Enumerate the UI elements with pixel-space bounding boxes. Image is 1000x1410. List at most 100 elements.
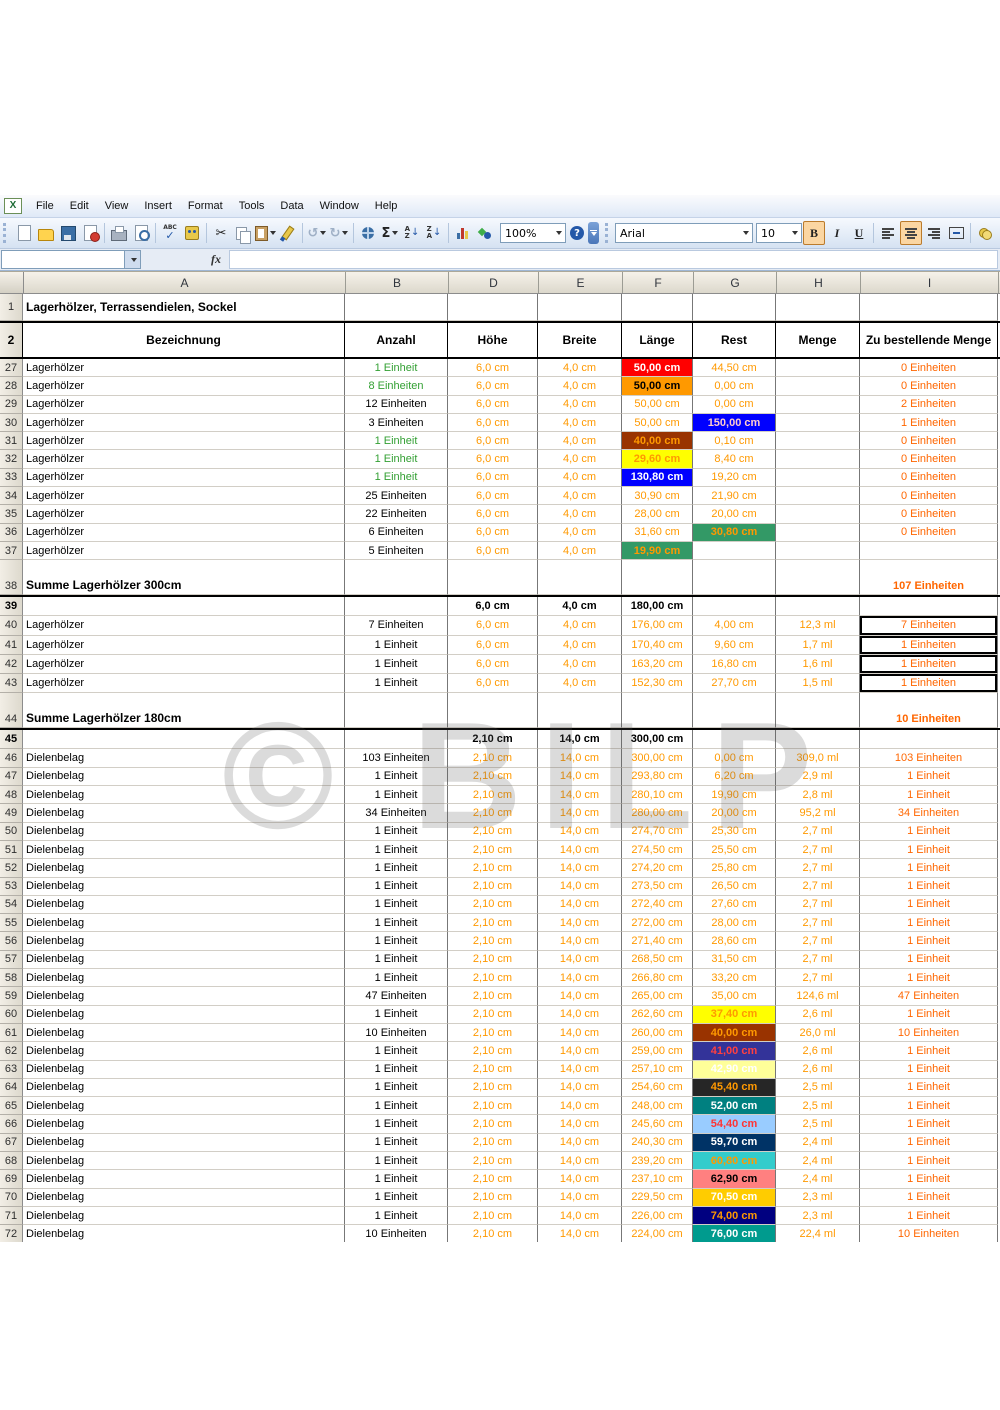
bestellmenge-cell[interactable]: 1 Einheit: [860, 1189, 998, 1207]
menge-cell[interactable]: 2,9 ml: [776, 768, 860, 786]
breite-cell[interactable]: 14,0 cm: [538, 951, 622, 969]
row-number[interactable]: 39: [0, 597, 23, 616]
empty-cell[interactable]: [345, 730, 448, 749]
breite-cell[interactable]: 14,0 cm: [538, 749, 622, 767]
laenge-cell[interactable]: 272,00 cm: [622, 914, 693, 932]
hoehe-cell[interactable]: 2,10 cm: [448, 1134, 538, 1152]
anzahl-cell[interactable]: 1 Einheit: [345, 1115, 448, 1133]
anzahl-cell[interactable]: 25 Einheiten: [345, 487, 448, 505]
hoehe-cell[interactable]: 2,10 cm: [448, 914, 538, 932]
select-all-corner[interactable]: [0, 272, 24, 293]
dims-laenge-cell[interactable]: 300,00 cm: [622, 730, 693, 749]
row-number[interactable]: 31: [0, 432, 23, 450]
rest-cell[interactable]: 45,40 cm: [693, 1079, 776, 1097]
rest-cell[interactable]: 41,00 cm: [693, 1042, 776, 1060]
bezeichnung-cell[interactable]: Dielenbelag: [23, 823, 345, 841]
menge-cell[interactable]: [776, 469, 860, 487]
laenge-cell[interactable]: 280,10 cm: [622, 786, 693, 804]
row-number[interactable]: 48: [0, 786, 23, 804]
rest-cell[interactable]: 150,00 cm: [693, 414, 776, 432]
anzahl-cell[interactable]: 3 Einheiten: [345, 414, 448, 432]
anzahl-cell[interactable]: 1 Einheit: [345, 432, 448, 450]
breite-cell[interactable]: 14,0 cm: [538, 969, 622, 987]
column-title-cell[interactable]: Menge: [776, 323, 860, 357]
breite-cell[interactable]: 4,0 cm: [538, 636, 622, 655]
breite-cell[interactable]: 14,0 cm: [538, 1134, 622, 1152]
sort-ascending-button[interactable]: AZ ↓: [402, 222, 422, 244]
row-number[interactable]: 72: [0, 1225, 23, 1242]
cut-button[interactable]: ✂: [211, 222, 231, 244]
row-number[interactable]: 40: [0, 616, 23, 635]
breite-cell[interactable]: 14,0 cm: [538, 1006, 622, 1024]
bestellmenge-cell[interactable]: 1 Einheiten: [860, 636, 998, 655]
bezeichnung-cell[interactable]: Lagerhölzer: [23, 432, 345, 450]
bezeichnung-cell[interactable]: Dielenbelag: [23, 1097, 345, 1115]
empty-cell[interactable]: [538, 560, 622, 595]
menge-cell[interactable]: [776, 524, 860, 542]
row-number[interactable]: 33: [0, 469, 23, 487]
menge-cell[interactable]: 2,3 ml: [776, 1189, 860, 1207]
row-number[interactable]: 64: [0, 1079, 23, 1097]
row-number[interactable]: 56: [0, 932, 23, 950]
rest-cell[interactable]: 74,00 cm: [693, 1207, 776, 1225]
laenge-cell[interactable]: 265,00 cm: [622, 987, 693, 1005]
empty-cell[interactable]: [860, 294, 998, 321]
menge-cell[interactable]: 2,7 ml: [776, 951, 860, 969]
laenge-cell[interactable]: 274,50 cm: [622, 841, 693, 859]
autosum-dropdown-arrow[interactable]: [392, 231, 398, 235]
empty-cell[interactable]: [345, 597, 448, 616]
hoehe-cell[interactable]: 2,10 cm: [448, 1152, 538, 1170]
bezeichnung-cell[interactable]: Lagerhölzer: [23, 616, 345, 635]
bestellmenge-cell[interactable]: 1 Einheit: [860, 896, 998, 914]
menge-cell[interactable]: 95,2 ml: [776, 804, 860, 822]
empty-cell[interactable]: [776, 597, 860, 616]
anzahl-cell[interactable]: 1 Einheit: [345, 1134, 448, 1152]
research-button[interactable]: [182, 222, 202, 244]
bezeichnung-cell[interactable]: Dielenbelag: [23, 1225, 345, 1242]
menge-cell[interactable]: 2,6 ml: [776, 1006, 860, 1024]
laenge-cell[interactable]: 40,00 cm: [622, 432, 693, 450]
bestellmenge-cell[interactable]: 34 Einheiten: [860, 804, 998, 822]
dims-breite-cell[interactable]: 14,0 cm: [538, 730, 622, 749]
rest-cell[interactable]: 20,00 cm: [693, 505, 776, 523]
breite-cell[interactable]: 14,0 cm: [538, 1152, 622, 1170]
rest-cell[interactable]: 21,90 cm: [693, 487, 776, 505]
bezeichnung-cell[interactable]: Lagerhölzer: [23, 450, 345, 468]
anzahl-cell[interactable]: 6 Einheiten: [345, 524, 448, 542]
breite-cell[interactable]: 14,0 cm: [538, 987, 622, 1005]
print-button[interactable]: [109, 222, 129, 244]
empty-cell[interactable]: [448, 693, 538, 728]
empty-cell[interactable]: [693, 294, 776, 321]
column-title-cell[interactable]: Bezeichnung: [23, 323, 345, 357]
row-number[interactable]: 71: [0, 1207, 23, 1225]
breite-cell[interactable]: 4,0 cm: [538, 469, 622, 487]
menge-cell[interactable]: 2,8 ml: [776, 786, 860, 804]
bestellmenge-cell[interactable]: 103 Einheiten: [860, 749, 998, 767]
row-number[interactable]: 66: [0, 1115, 23, 1133]
menge-cell[interactable]: [776, 414, 860, 432]
row-number[interactable]: 42: [0, 655, 23, 674]
bestellmenge-cell[interactable]: 47 Einheiten: [860, 987, 998, 1005]
anzahl-cell[interactable]: 103 Einheiten: [345, 749, 448, 767]
menge-cell[interactable]: 2,7 ml: [776, 823, 860, 841]
row-number[interactable]: 51: [0, 841, 23, 859]
bestellmenge-cell[interactable]: 1 Einheit: [860, 1006, 998, 1024]
menu-file[interactable]: File: [28, 198, 62, 214]
bestellmenge-cell[interactable]: 1 Einheit: [860, 841, 998, 859]
rest-cell[interactable]: 27,60 cm: [693, 896, 776, 914]
laenge-cell[interactable]: 268,50 cm: [622, 951, 693, 969]
bezeichnung-cell[interactable]: Dielenbelag: [23, 914, 345, 932]
breite-cell[interactable]: 14,0 cm: [538, 823, 622, 841]
hoehe-cell[interactable]: 6,0 cm: [448, 414, 538, 432]
bezeichnung-cell[interactable]: Dielenbelag: [23, 1134, 345, 1152]
breite-cell[interactable]: 4,0 cm: [538, 432, 622, 450]
rest-cell[interactable]: 19,20 cm: [693, 469, 776, 487]
row-number[interactable]: 67: [0, 1134, 23, 1152]
rest-cell[interactable]: 59,70 cm: [693, 1134, 776, 1152]
summe-total-cell[interactable]: 10 Einheiten: [860, 693, 998, 728]
row-number[interactable]: 2: [0, 323, 23, 357]
menge-cell[interactable]: 2,5 ml: [776, 1097, 860, 1115]
bestellmenge-cell[interactable]: 1 Einheit: [860, 932, 998, 950]
rest-cell[interactable]: 6,20 cm: [693, 768, 776, 786]
laenge-cell[interactable]: 28,00 cm: [622, 505, 693, 523]
